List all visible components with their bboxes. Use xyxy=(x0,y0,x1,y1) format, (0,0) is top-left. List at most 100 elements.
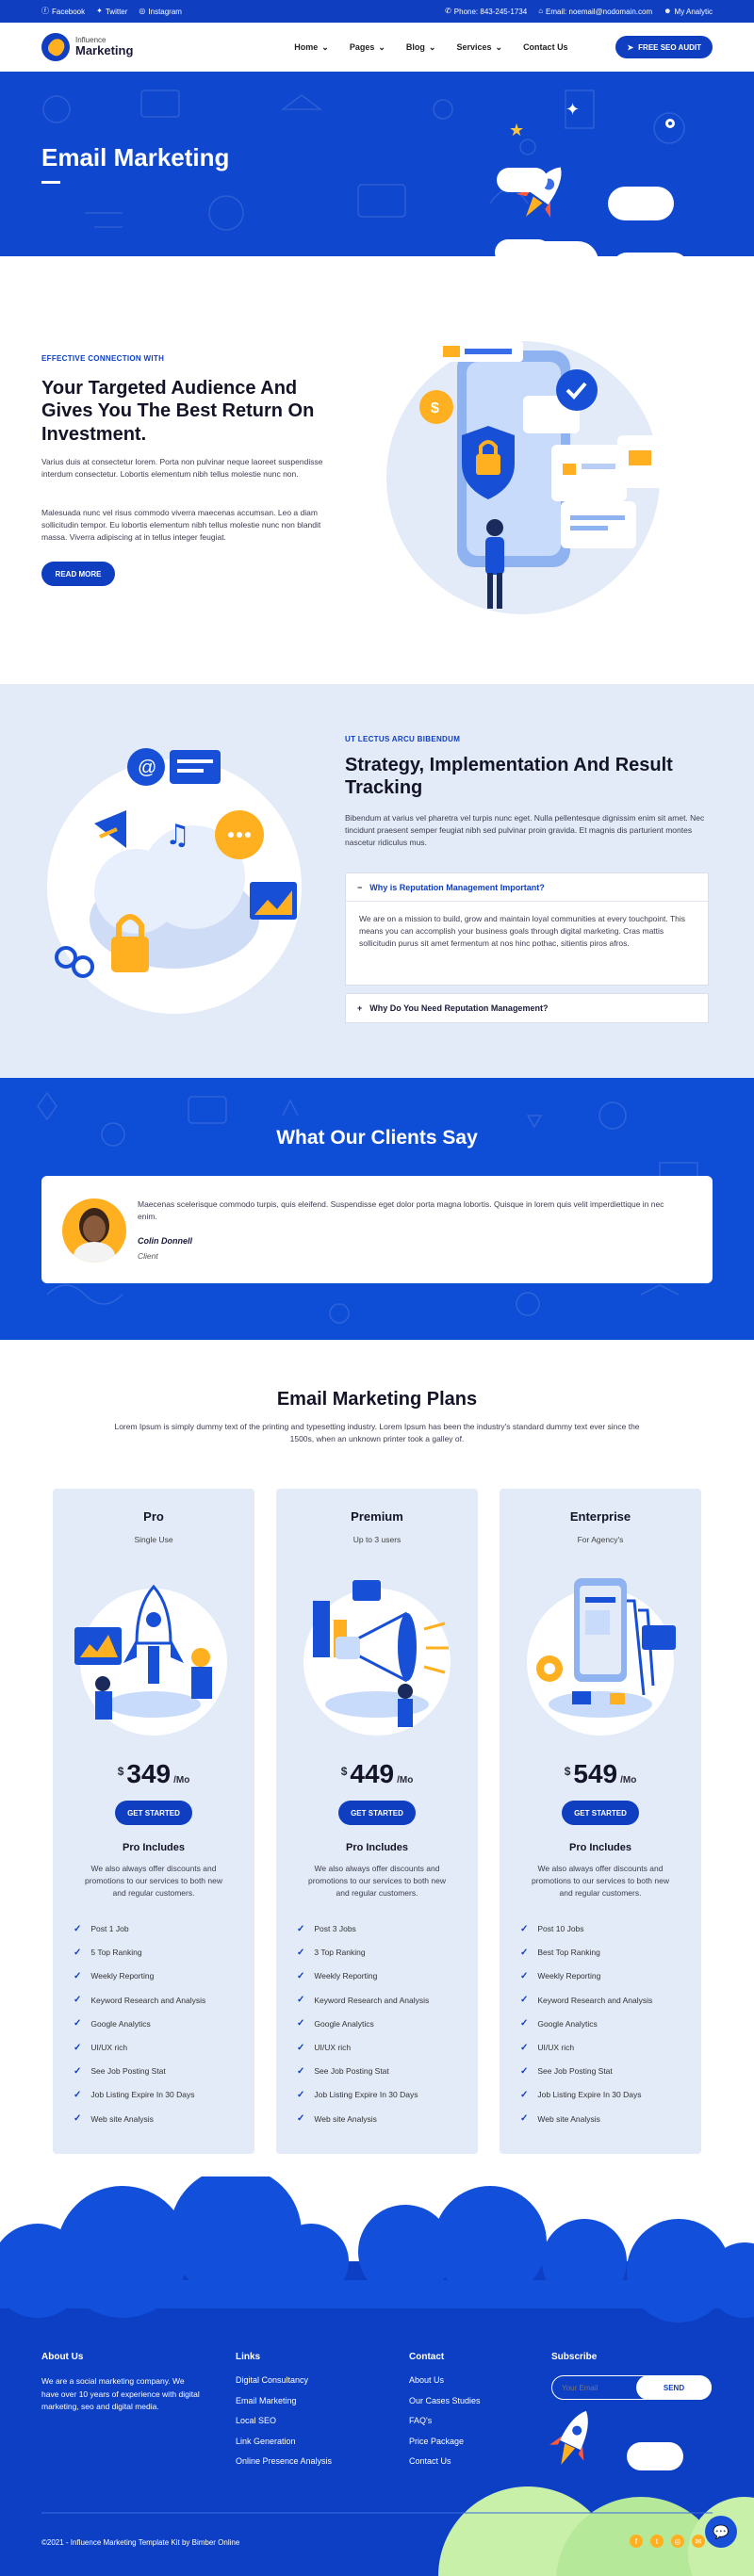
phone-info[interactable]: ✆ Phone: 843-245-1734 xyxy=(445,8,527,16)
feature-item: ✓ Weekly Reporting xyxy=(520,1970,601,1981)
megaphone-illustration xyxy=(303,1580,451,1736)
minus-icon: − xyxy=(357,882,363,892)
feature-item: ✓ Web site Analysis xyxy=(74,2113,154,2125)
testimonial-card: Maecenas scelerisque commodo turpis, qui… xyxy=(41,1176,713,1283)
check-icon: ✓ xyxy=(297,2018,305,2030)
free-seo-audit-button[interactable]: ➤ FREE SEO AUDIT xyxy=(615,36,713,58)
footer-link[interactable]: Our Cases Studies xyxy=(409,2396,481,2417)
check-icon: ✓ xyxy=(520,2065,529,2077)
footer-link[interactable]: Link Generation xyxy=(236,2437,332,2457)
plan-includes-title: Pro Includes xyxy=(568,1842,632,1853)
logo-big-text: Marketing xyxy=(75,43,134,58)
twitter-link[interactable]: ✦ Twitter xyxy=(96,8,127,16)
cloud-shape xyxy=(497,168,548,192)
footer-link[interactable]: Contact Us xyxy=(409,2456,481,2477)
accordion-item-closed: + Why Do You Need Reputation Management? xyxy=(345,993,709,1023)
send-button[interactable]: SEND xyxy=(636,2375,712,2400)
rocket-logo-icon xyxy=(41,33,70,61)
chat-bubble-icon[interactable]: 💬 xyxy=(705,2516,737,2548)
footer-link[interactable]: Email Marketing xyxy=(236,2396,332,2417)
feature-item: ✓ See Job Posting Stat xyxy=(520,2065,613,2077)
avatar xyxy=(62,1198,126,1263)
accordion-body: We are on a mission to build, grow and m… xyxy=(359,914,685,949)
check-icon: ✓ xyxy=(297,1970,305,1981)
plan-subtitle: Single Use xyxy=(134,1535,173,1544)
facebook-icon[interactable]: f xyxy=(630,2535,643,2548)
footer-links: Links Digital Consultancy Email Marketin… xyxy=(236,2352,332,2477)
cloud-security-illustration: @ ♫ xyxy=(47,748,302,1014)
feature-item: ✓ Keyword Research and Analysis xyxy=(297,1995,430,2006)
feature-item: ✓ Keyword Research and Analysis xyxy=(74,1995,206,2006)
read-more-button[interactable]: READ MORE xyxy=(41,562,115,586)
hero-banner: Email Marketing ★ ✦ xyxy=(0,72,754,256)
feature-item: ✓ Post 3 Jobs xyxy=(297,1923,356,1934)
plan-subtitle: For Agency's xyxy=(577,1535,624,1544)
check-icon: ✓ xyxy=(520,2089,529,2100)
feature-item: ✓ UI/UX rich xyxy=(520,2042,575,2053)
nav-item-services[interactable]: Services ⌄ xyxy=(456,42,502,53)
pricing-card-enterprise: Enterprise For Agency's $ 549 /Mo GET ST… xyxy=(500,1489,701,2154)
plan-name: Pro xyxy=(143,1509,164,1524)
section-paragraph: Malesuada nunc vel risus commodo viverra… xyxy=(41,508,321,543)
twitter-icon[interactable]: t xyxy=(650,2535,664,2548)
footer-link[interactable]: About Us xyxy=(409,2375,481,2396)
plus-icon: + xyxy=(357,1003,363,1013)
get-started-button[interactable]: GET STARTED xyxy=(338,1801,416,1825)
check-icon: ✓ xyxy=(74,2113,82,2125)
nav-item-blog[interactable]: Blog ⌄ xyxy=(406,42,436,53)
facebook-link[interactable]: ⓕ Facebook xyxy=(41,8,85,16)
footer-link[interactable]: Online Presence Analysis xyxy=(236,2456,332,2477)
section-eyebrow: EFFECTIVE CONNECTION WITH xyxy=(41,354,165,363)
account-link[interactable]: ☻ My Analytic xyxy=(664,8,713,16)
page-title: Email Marketing xyxy=(41,143,230,171)
feature-item: ✓ Job Listing Expire In 30 Days xyxy=(520,2089,642,2100)
email-icon[interactable]: ✉ xyxy=(692,2535,705,2548)
email-info[interactable]: ⌂ Email: noemail@nodomain.com xyxy=(538,8,652,16)
home-icon: ⌂ xyxy=(538,7,544,15)
footer-link[interactable]: Local SEO xyxy=(236,2416,332,2437)
logo[interactable]: Influence Marketing xyxy=(41,33,133,61)
check-icon: ✓ xyxy=(297,2065,305,2077)
title-underline xyxy=(41,181,60,184)
feature-item: ✓ Keyword Research and Analysis xyxy=(520,1995,653,2006)
feature-item: ✓ Weekly Reporting xyxy=(74,1970,155,1981)
pricing-card-pro: Pro Single Use $ 349 /Mo GET STARTED Pro… xyxy=(53,1489,254,2154)
accordion-header[interactable]: + Why Do You Need Reputation Management? xyxy=(346,994,708,1022)
section-title: Email Marketing Plans xyxy=(276,1389,478,1410)
check-icon: ✓ xyxy=(297,2089,305,2100)
feature-item: ✓ Post 10 Jobs xyxy=(520,1923,584,1934)
section-title: What Our Clients Say xyxy=(276,1127,478,1149)
get-started-button[interactable]: GET STARTED xyxy=(115,1801,192,1825)
star-icon: ★ xyxy=(509,121,525,139)
footer-link[interactable]: Price Package xyxy=(409,2437,481,2457)
footer: About Us We are a social marketing compa… xyxy=(0,2177,754,2576)
user-icon: ☻ xyxy=(664,7,672,15)
footer-about: About Us We are a social marketing compa… xyxy=(41,2352,202,2414)
chevron-down-icon: ⌄ xyxy=(378,41,385,52)
get-started-button[interactable]: GET STARTED xyxy=(562,1801,639,1825)
instagram-icon[interactable]: ◎ xyxy=(671,2535,684,2548)
plan-price: $ 349 /Mo xyxy=(117,1759,190,1788)
instagram-link[interactable]: ◎ Instagram xyxy=(139,8,182,16)
feature-item: ✓ Google Analytics xyxy=(520,2018,598,2030)
nav-menu: Home ⌄ Pages ⌄ Blog ⌄ Services ⌄ Contact Us xyxy=(294,42,567,53)
footer-heading: Links xyxy=(236,2352,261,2362)
nav-item-contact[interactable]: Contact Us xyxy=(523,42,568,53)
accordion-header[interactable]: − Why is Reputation Management Important… xyxy=(346,873,708,902)
accordion-item-open: − Why is Reputation Management Important… xyxy=(345,872,709,986)
svg-text:♫: ♫ xyxy=(165,819,190,852)
feature-item: ✓ UI/UX rich xyxy=(297,2042,352,2053)
section-heading: Your Targeted Audience And Gives You The… xyxy=(41,378,315,445)
footer-link[interactable]: Digital Consultancy xyxy=(236,2375,332,2396)
twitter-icon: ✦ xyxy=(96,7,103,15)
cloud-shape xyxy=(608,187,674,220)
nav-item-pages[interactable]: Pages ⌄ xyxy=(350,42,385,53)
plan-includes-title: Pro Includes xyxy=(122,1842,186,1853)
check-icon: ✓ xyxy=(74,1995,82,2006)
nav-item-home[interactable]: Home ⌄ xyxy=(294,42,329,53)
social-links: f t ◎ ✉ xyxy=(630,2535,705,2548)
rocket-launch-illustration xyxy=(74,1584,227,1736)
footer-link[interactable]: FAQ's xyxy=(409,2416,481,2437)
cloud-shape xyxy=(627,2442,683,2470)
footer-about-text: We are a social marketing company. We ha… xyxy=(41,2376,200,2412)
